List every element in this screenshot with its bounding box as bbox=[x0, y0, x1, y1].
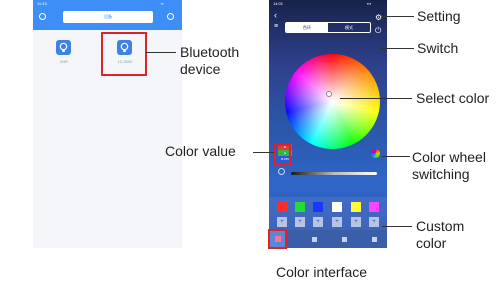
tab-mode[interactable]: 模式 bbox=[328, 23, 370, 32]
callout-color-wheel-switching: Color wheel switching bbox=[412, 149, 486, 183]
device-wifi[interactable]: WiFi bbox=[56, 40, 71, 64]
add-color-button[interactable]: + bbox=[332, 217, 342, 227]
callout-line-setting bbox=[382, 16, 414, 17]
color-swatch[interactable] bbox=[369, 202, 379, 212]
status-icons: ▪▪ bbox=[161, 1, 164, 6]
color-swatch[interactable] bbox=[277, 202, 287, 212]
callout-line-bluetooth bbox=[146, 52, 176, 53]
callout-switch: Switch bbox=[417, 40, 459, 56]
help-icon[interactable] bbox=[39, 13, 46, 20]
add-color-button[interactable]: + bbox=[369, 217, 379, 227]
brightness-icon bbox=[278, 168, 285, 175]
nav-item-mic-icon[interactable] bbox=[342, 237, 347, 242]
nav-item-music-icon[interactable] bbox=[312, 237, 317, 242]
color-wheel[interactable] bbox=[285, 54, 380, 149]
callout-custom-color: Custom color bbox=[416, 218, 464, 252]
color-wheel-switch-icon[interactable] bbox=[371, 149, 380, 158]
brightness-slider[interactable] bbox=[291, 172, 377, 175]
callout-line-color-wheel bbox=[382, 156, 410, 157]
callout-bluetooth-device: Bluetooth device bbox=[180, 44, 239, 78]
status-time: 11:43 bbox=[37, 1, 47, 6]
tab-color-wheel[interactable]: 色环 bbox=[286, 23, 328, 32]
callout-setting: Setting bbox=[417, 8, 461, 24]
add-color-button[interactable]: + bbox=[295, 217, 305, 227]
callout-bluetooth-device-line2: device bbox=[180, 61, 221, 77]
menu-icon[interactable]: ≡ bbox=[274, 23, 278, 30]
power-icon[interactable]: ⏻ bbox=[375, 26, 381, 36]
callout-select-color: Select color bbox=[416, 90, 490, 106]
color-swatch[interactable] bbox=[332, 202, 342, 212]
color-swatch[interactable] bbox=[313, 202, 323, 212]
callout-line-select-color bbox=[340, 98, 412, 99]
callout-custom-color-line1: Custom bbox=[416, 218, 465, 234]
callout-bluetooth-device-line1: Bluetooth bbox=[180, 44, 240, 60]
callout-line-color-value bbox=[253, 152, 274, 153]
nav-item-timer-icon[interactable] bbox=[372, 237, 377, 242]
color-swatch[interactable] bbox=[295, 202, 305, 212]
callout-color-value: Color value bbox=[165, 143, 236, 159]
callout-line-switch bbox=[381, 48, 414, 49]
add-color-button[interactable]: + bbox=[277, 217, 287, 227]
color-value-highlight bbox=[274, 144, 291, 166]
color-swatch[interactable] bbox=[351, 202, 361, 212]
color-mode-tabs: 色环 模式 bbox=[285, 22, 371, 33]
callout-color-wheel-line1: Color wheel bbox=[412, 149, 486, 165]
gear-icon[interactable]: ⚙ bbox=[375, 13, 382, 22]
add-color-button[interactable]: + bbox=[351, 217, 361, 227]
callout-color-wheel-line2: switching bbox=[412, 166, 470, 182]
lightbulb-icon bbox=[56, 40, 71, 55]
callout-line-custom-color bbox=[382, 226, 412, 227]
status-icons: ▪▪▪ bbox=[367, 1, 372, 6]
add-color-button[interactable]: + bbox=[313, 217, 323, 227]
back-icon[interactable]: ‹ bbox=[274, 10, 277, 20]
refresh-icon[interactable] bbox=[167, 13, 174, 20]
color-nav-highlight bbox=[268, 229, 287, 249]
custom-color-panel: + + + + + + bbox=[269, 197, 387, 230]
color-interface-screen: 14:01 ▪▪▪ ‹ ≡ 色环 模式 ⚙ ⏻ R G B:255 + + + … bbox=[269, 0, 387, 248]
bluetooth-device-highlight bbox=[101, 32, 147, 76]
color-picker-handle[interactable] bbox=[326, 91, 332, 97]
status-time: 14:01 bbox=[273, 1, 284, 6]
caption: Color interface bbox=[276, 264, 368, 280]
callout-custom-color-line2: color bbox=[416, 235, 447, 251]
top-bar: 11:43 ▪▪ 设备 bbox=[33, 0, 182, 30]
device-label: WiFi bbox=[60, 59, 68, 64]
page-title: 设备 bbox=[63, 11, 153, 23]
